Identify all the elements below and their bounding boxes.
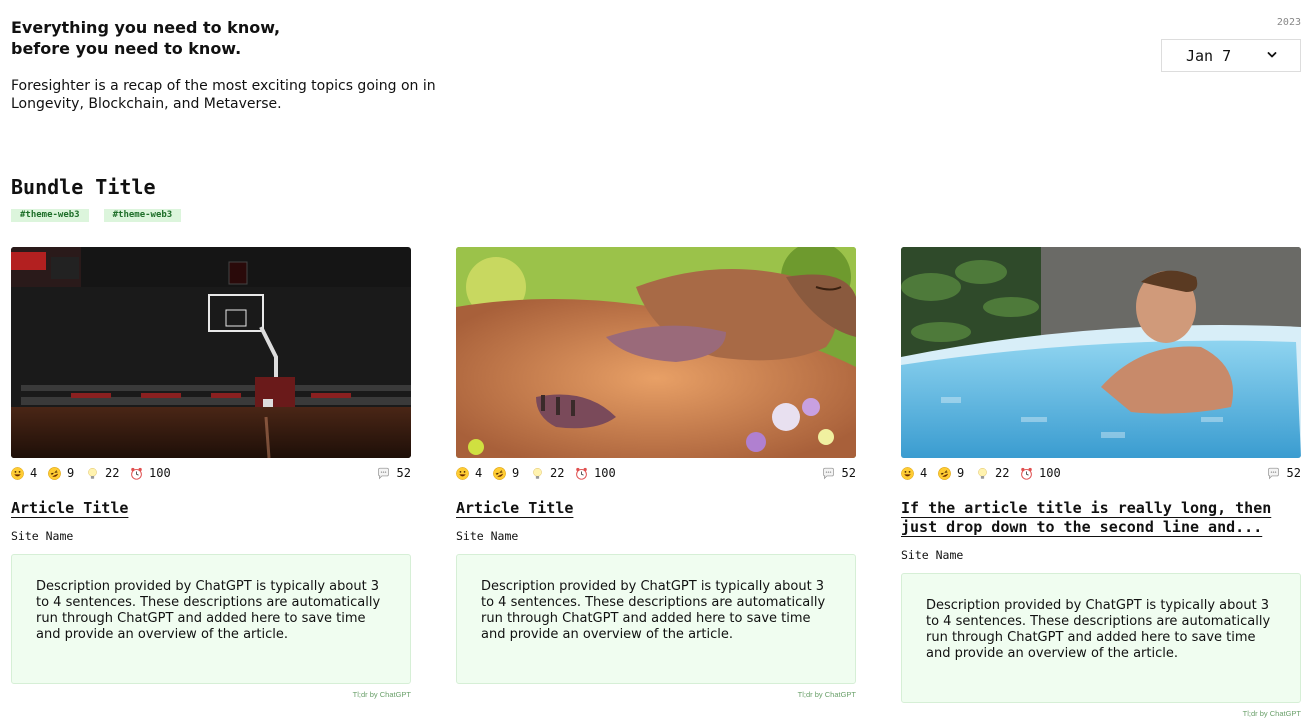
comment-count: 52: [396, 466, 411, 480]
reaction-count: 9: [67, 466, 75, 480]
description-box: Description provided by ChatGPT is typic…: [901, 573, 1301, 703]
reaction-smile[interactable]: 4: [456, 466, 482, 480]
date-select[interactable]: Jan 7: [1161, 39, 1301, 72]
article-title-link[interactable]: If the article title is really long, the…: [901, 499, 1271, 536]
alarm-clock-icon: [575, 467, 588, 480]
speech-bubble-icon: [377, 467, 390, 480]
grinning-face-icon: [456, 467, 469, 480]
site-name: Site Name: [11, 529, 74, 543]
reaction-idea[interactable]: 22: [531, 466, 564, 480]
alarm-clock-icon: [130, 467, 143, 480]
hero-title: Everything you need to know, before you …: [11, 17, 331, 59]
light-bulb-icon: [531, 467, 544, 480]
reactions-bar: 4 9 22 100 52: [11, 466, 411, 484]
rolling-laughing-icon: [493, 467, 506, 480]
tag-chip[interactable]: #theme-web3: [11, 209, 89, 222]
article-image-capybara[interactable]: [456, 247, 856, 458]
hero-title-line-2: before you need to know.: [11, 39, 242, 58]
reaction-count: 9: [957, 466, 965, 480]
comments-button[interactable]: 52: [822, 466, 856, 480]
light-bulb-icon: [976, 467, 989, 480]
article-card: 4 9 22 100 52 Article Title Site Name De…: [456, 247, 856, 699]
article-image-ice-bath[interactable]: [901, 247, 1301, 458]
reactions-bar: 4 9 22 100 52: [456, 466, 856, 484]
rolling-laughing-icon: [48, 467, 61, 480]
article-card: 4 9 22 100 52 If the article title is re…: [901, 247, 1301, 718]
reaction-count: 4: [475, 466, 483, 480]
date-select-value: Jan 7: [1186, 46, 1232, 65]
tldr-credit: Tl;dr by ChatGPT: [1242, 709, 1301, 718]
comments-button[interactable]: 52: [377, 466, 411, 480]
reaction-idea[interactable]: 22: [976, 466, 1009, 480]
tldr-credit: Tl;dr by ChatGPT: [797, 690, 856, 699]
comment-count: 52: [841, 466, 856, 480]
reaction-idea[interactable]: 22: [86, 466, 119, 480]
reaction-count: 22: [550, 466, 565, 480]
speech-bubble-icon: [1267, 467, 1280, 480]
reaction-laugh[interactable]: 9: [48, 466, 74, 480]
article-card: 4 9 22 100 52 Article Title Site Name De…: [11, 247, 411, 699]
reaction-alarm[interactable]: 100: [1020, 466, 1061, 480]
site-name: Site Name: [901, 548, 964, 562]
tag-chip[interactable]: #theme-web3: [103, 209, 182, 222]
bundle-title: Bundle Title: [11, 175, 156, 199]
hero-description: Foresighter is a recap of the most excit…: [11, 78, 436, 112]
reactions-bar: 4 9 22 100 52: [901, 466, 1301, 484]
rolling-laughing-icon: [938, 467, 951, 480]
reaction-count: 22: [105, 466, 120, 480]
site-name: Site Name: [456, 529, 519, 543]
reaction-count: 9: [512, 466, 520, 480]
article-image-basketball-court[interactable]: [11, 247, 411, 458]
comments-button[interactable]: 52: [1267, 466, 1301, 480]
hero-title-line-1: Everything you need to know,: [11, 18, 281, 37]
chevron-down-icon: [1267, 52, 1277, 58]
reaction-laugh[interactable]: 9: [938, 466, 964, 480]
reaction-alarm[interactable]: 100: [575, 466, 616, 480]
description-box: Description provided by ChatGPT is typic…: [11, 554, 411, 684]
reaction-count: 100: [149, 466, 171, 480]
speech-bubble-icon: [822, 467, 835, 480]
comment-count: 52: [1286, 466, 1301, 480]
article-title-link[interactable]: Article Title: [11, 499, 128, 517]
alarm-clock-icon: [1020, 467, 1033, 480]
reaction-alarm[interactable]: 100: [130, 466, 171, 480]
reaction-laugh[interactable]: 9: [493, 466, 519, 480]
reaction-smile[interactable]: 4: [901, 466, 927, 480]
reaction-count: 100: [594, 466, 616, 480]
reaction-count: 4: [920, 466, 928, 480]
light-bulb-icon: [86, 467, 99, 480]
description-box: Description provided by ChatGPT is typic…: [456, 554, 856, 684]
bundle-tags: #theme-web3 #theme-web3: [11, 209, 182, 222]
reaction-count: 4: [30, 466, 38, 480]
year-label: 2023: [1276, 17, 1301, 28]
reaction-count: 22: [995, 466, 1010, 480]
tldr-credit: Tl;dr by ChatGPT: [352, 690, 411, 699]
reaction-smile[interactable]: 4: [11, 466, 37, 480]
grinning-face-icon: [901, 467, 914, 480]
article-title-link[interactable]: Article Title: [456, 499, 573, 517]
grinning-face-icon: [11, 467, 24, 480]
reaction-count: 100: [1039, 466, 1061, 480]
